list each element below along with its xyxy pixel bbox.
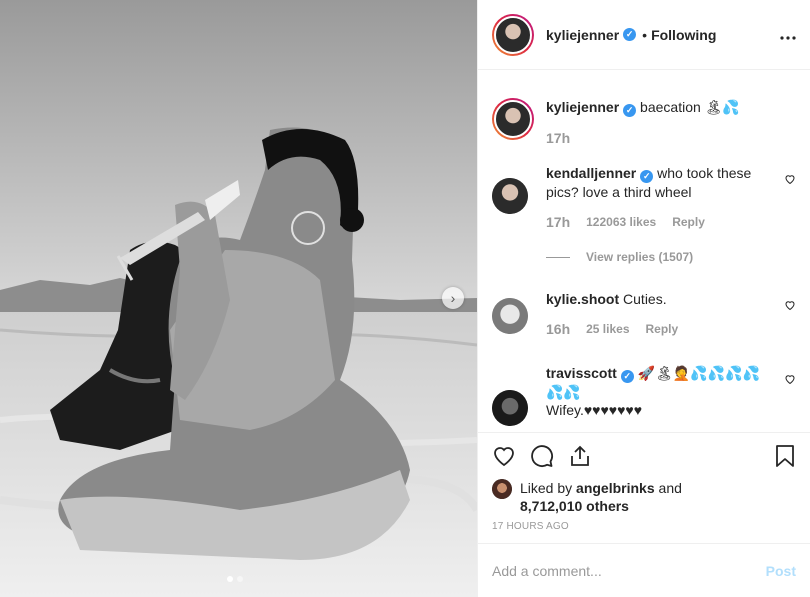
view-replies-button[interactable]: View replies (1507)	[546, 250, 693, 264]
verified-badge-icon: ✓	[620, 369, 634, 383]
liker-username[interactable]: angelbrinks	[576, 480, 655, 496]
following-button[interactable]: Following	[651, 27, 716, 43]
comment-text: Cuties.	[623, 291, 667, 307]
comment-text-line-2: 💦💦	[546, 383, 581, 400]
add-comment-input[interactable]	[492, 562, 766, 579]
commenter-avatar[interactable]	[492, 390, 528, 426]
like-comment-heart-icon[interactable]	[784, 173, 796, 185]
reply-button[interactable]: Reply	[646, 320, 679, 338]
post-actions-section: Liked by angelbrinks and 8,712,010 other…	[478, 432, 810, 532]
liked-by-label: Liked by	[520, 480, 573, 496]
more-options-icon[interactable]	[780, 24, 796, 45]
verified-badge-icon: ✓	[640, 169, 654, 183]
add-comment-bar: Post	[478, 543, 810, 597]
caption-username[interactable]: kyliejenner	[546, 99, 619, 115]
author-username[interactable]: kyliejenner	[546, 27, 619, 43]
comments-list[interactable]: kyliejenner ✓ baecation 🏝💦 17h kendalljen…	[478, 70, 810, 432]
photo-illustration	[0, 0, 477, 597]
liker-avatar[interactable]	[492, 479, 512, 499]
divider	[546, 256, 570, 258]
commenter-avatar[interactable]	[492, 298, 528, 334]
verified-badge-icon: ✓	[623, 28, 637, 41]
next-photo-button[interactable]: ›	[442, 287, 464, 309]
view-replies-label: View replies (1507)	[586, 250, 694, 264]
post-photo[interactable]: ›	[0, 0, 477, 597]
caption-text: baecation 🏝💦	[640, 99, 740, 115]
comment-time[interactable]: 16h	[546, 320, 570, 338]
comment-likes-count[interactable]: 122063 likes	[586, 213, 656, 231]
share-icon[interactable]	[568, 444, 592, 468]
verified-badge-icon: ✓	[623, 103, 637, 117]
carousel-dot	[237, 576, 243, 582]
commenter-avatar[interactable]	[492, 178, 528, 214]
commenter-username[interactable]: kendalljenner	[546, 165, 636, 181]
author-avatar[interactable]	[492, 13, 534, 56]
comment-likes-count[interactable]: 25 likes	[586, 320, 629, 338]
like-comment-heart-icon[interactable]	[784, 373, 796, 385]
likes-summary: Liked by angelbrinks and 8,712,010 other…	[492, 479, 796, 515]
carousel-dot-active	[227, 576, 233, 582]
like-heart-icon[interactable]	[492, 444, 516, 468]
post-header: kyliejenner ✓ • Following	[478, 0, 810, 70]
comment-text-line-3: Wifey.♥♥♥♥♥♥♥	[546, 401, 643, 418]
comment-time[interactable]: 17h	[546, 213, 570, 231]
commenter-username[interactable]: kylie.shoot	[546, 291, 619, 307]
commenter-username[interactable]: travisscott	[546, 365, 617, 381]
likes-count[interactable]: 8,712,010 others	[520, 498, 629, 514]
comment-bubble-icon[interactable]	[530, 444, 554, 468]
post-timestamp[interactable]: 17 HOURS AGO	[492, 521, 796, 532]
reply-button[interactable]: Reply	[672, 213, 705, 231]
post-comment-button[interactable]: Post	[766, 563, 796, 579]
separator-dot: •	[642, 26, 648, 43]
liked-by-and: and	[658, 480, 682, 496]
bookmark-icon[interactable]	[774, 444, 796, 468]
action-bar	[492, 433, 796, 479]
chevron-right-icon: ›	[450, 290, 456, 306]
carousel-indicator	[227, 576, 243, 582]
author-avatar-small[interactable]	[492, 98, 534, 140]
post-side-panel: kyliejenner ✓ • Following kyliejenner ✓ b…	[477, 0, 810, 597]
comment-text: 🚀🏝🤦💦💦💦💦	[637, 365, 761, 381]
like-comment-heart-icon[interactable]	[784, 299, 796, 311]
caption-time[interactable]: 17h	[546, 129, 570, 147]
